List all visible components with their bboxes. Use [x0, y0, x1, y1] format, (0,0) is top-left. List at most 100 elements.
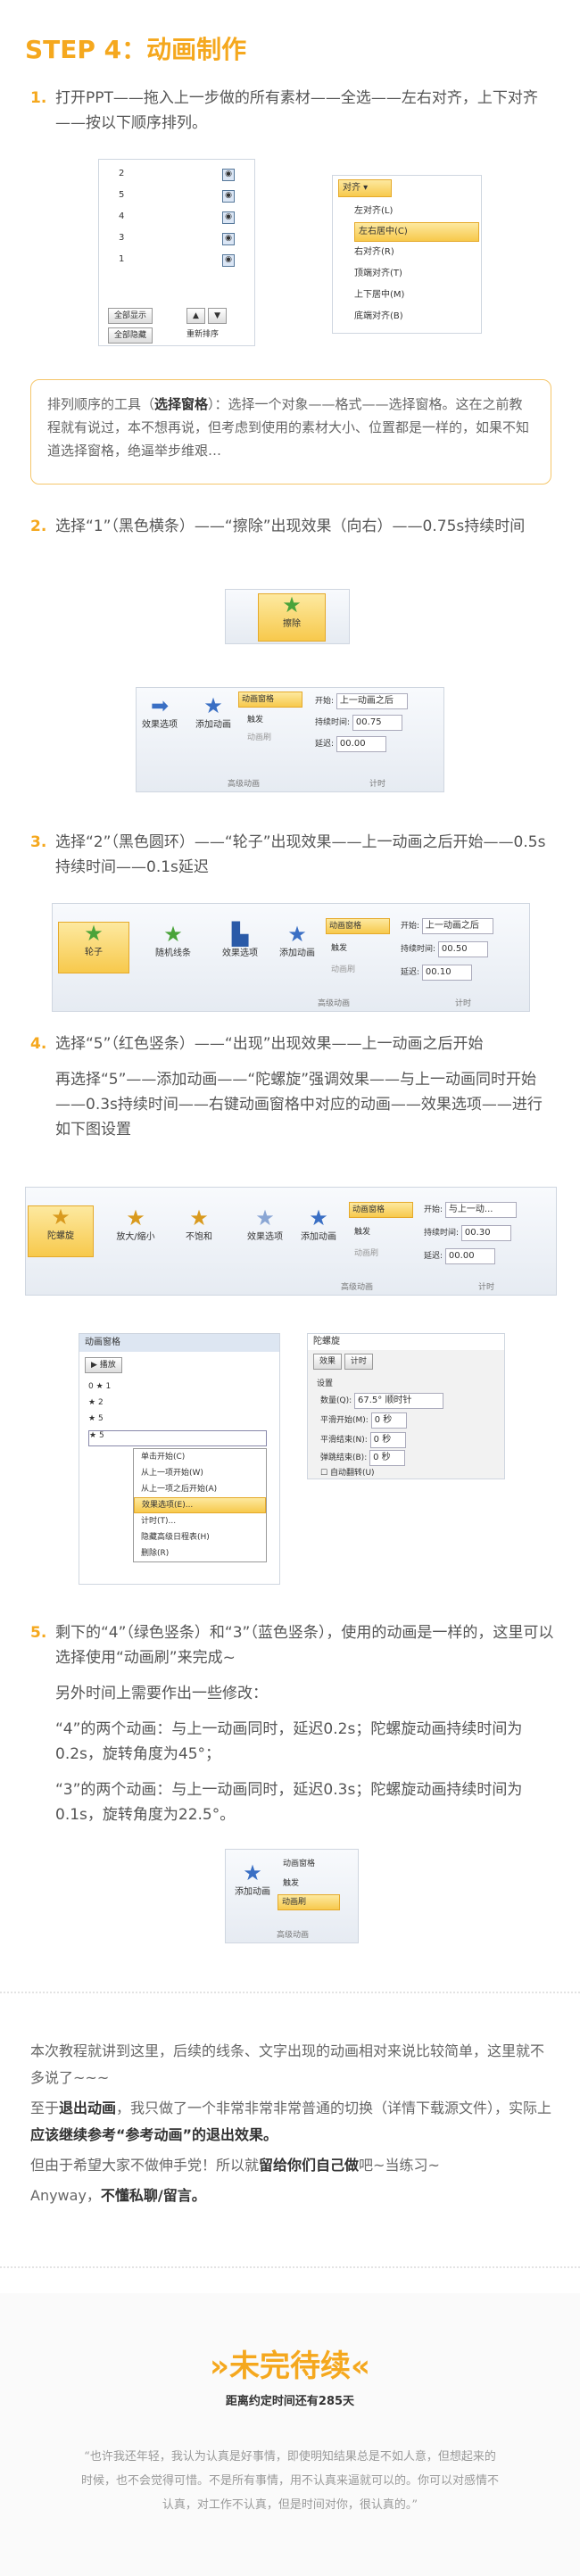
add-animation-button[interactable]: ★ 添加动画: [190, 695, 236, 730]
add-animation-button[interactable]: ★ 添加动画: [231, 1862, 274, 1897]
footer-paragraph: 本次教程就讲到这里，后续的线条、文字出现的动画相对来说比较简单，这里就不多说了~…: [30, 2042, 545, 2086]
smooth-end-row: 平滑结束(N): 0 秒: [320, 1432, 406, 1448]
animation-pane-button[interactable]: 动画窗格: [283, 1857, 315, 1868]
checkbox[interactable]: ☐: [320, 1469, 327, 1478]
animation-pane-screenshot: 动画窗格 ▶ 播放 0 ★ 1 ★ 2 ★ 5 ★ 5 单击开始(C) 从上一项…: [79, 1333, 280, 1585]
start-select[interactable]: 上一动画之后: [336, 693, 408, 709]
list-item[interactable]: 0 ★ 1: [88, 1382, 267, 1398]
trigger-button[interactable]: 触发: [354, 1225, 370, 1237]
context-menu: 单击开始(C) 从上一项开始(W) 从上一项之后开始(A) 效果选项(E)...…: [133, 1448, 267, 1562]
arrow-icon: ➡: [150, 693, 170, 718]
end-title: »未完待续«: [210, 2348, 370, 2384]
footer-paragraph: Anyway，不懂私聊/留言。: [30, 2187, 206, 2204]
step-number: 1.: [30, 89, 47, 107]
tutorial-page: STEP 4：动画制作 1. 打开PPT——拖入上一步做的所有素材——全选——左…: [0, 0, 580, 2576]
play-button[interactable]: ▶ 播放: [85, 1357, 122, 1373]
painter-button[interactable]: 动画刷: [247, 731, 271, 742]
list-item[interactable]: ★ 2: [88, 1398, 267, 1414]
menu-item[interactable]: 左对齐(L): [354, 201, 479, 222]
animation-list: 0 ★ 1 ★ 2 ★ 5 ★ 5: [88, 1382, 267, 1446]
menu-item[interactable]: 底端对齐(B): [354, 306, 479, 327]
bounce-end-input[interactable]: 0 秒: [369, 1450, 406, 1466]
move-down-button[interactable]: ▼: [208, 308, 228, 324]
smooth-end-input[interactable]: 0 秒: [369, 1432, 406, 1448]
painter-button[interactable]: 动画刷: [354, 1247, 378, 1258]
note-box: 排列顺序的工具（选择窗格）：选择一个对象——格式——选择窗格。这在之前教程就有说…: [30, 379, 551, 485]
move-up-button[interactable]: ▲: [186, 308, 205, 324]
menu-item[interactable]: 顶端对齐(T): [354, 263, 479, 285]
painter-button[interactable]: 动画刷: [278, 1894, 340, 1910]
eye-icon[interactable]: ◉: [222, 190, 235, 203]
list-item[interactable]: ★ 5: [88, 1414, 267, 1430]
menu-item[interactable]: 计时(T)...: [134, 1513, 266, 1529]
duration-input[interactable]: 00.30: [460, 1225, 511, 1241]
eye-icon[interactable]: ◉: [222, 233, 235, 245]
pane-title: 动画窗格: [79, 1334, 279, 1352]
menu-item[interactable]: 隐藏高级日程表(H): [134, 1529, 266, 1545]
eye-icon[interactable]: ◉: [222, 169, 235, 181]
menu-item[interactable]: 单击开始(C): [134, 1449, 266, 1465]
start-select[interactable]: 与上一动...: [444, 1202, 517, 1218]
amount-select[interactable]: 67.5° 顺时针: [354, 1393, 444, 1409]
menu-item[interactable]: 左右居中(C): [354, 222, 479, 242]
step-text: 另外时间上需要作出一些修改：: [55, 1685, 268, 1702]
smooth-start-input[interactable]: 0 秒: [370, 1412, 407, 1429]
group-label: 高级动画: [340, 1283, 373, 1292]
spin-effect[interactable]: ★ 陀螺旋: [28, 1205, 94, 1257]
step-5: 5. 剩下的“4”（绿色竖条）和“3”（蓝色竖条），使用的动画是一样的，这里可以…: [30, 1620, 557, 1827]
footer-paragraph: 至于退出动画，我只做了一个非常非常非常普通的切换（详情下载源文件），实际上应该继…: [30, 2100, 552, 2143]
divider: [0, 2266, 580, 2268]
delay-input[interactable]: 00.10: [421, 965, 472, 981]
wipe-effect[interactable]: ★ 擦除: [258, 593, 326, 642]
group-label: 高级动画: [227, 780, 260, 789]
smooth-start-row: 平滑开始(M): 0 秒: [320, 1412, 407, 1429]
start-row: 开始: 上一动画之后: [401, 918, 493, 934]
selection-pane-screenshot: 2 ◉ 5 ◉ 4 ◉ 3 ◉ 1 ◉ 全部显示 全部隐藏 ▲ ▼ 重新排序: [98, 159, 255, 346]
add-animation-button[interactable]: ★ 添加动画: [295, 1207, 342, 1242]
align-button[interactable]: 对齐 ▾: [338, 179, 392, 197]
hide-all-button[interactable]: 全部隐藏: [108, 327, 153, 344]
effect-options-button[interactable]: ★ 效果选项: [244, 1207, 286, 1242]
menu-item[interactable]: 从上一项开始(W): [134, 1465, 266, 1481]
wipe-effect-screenshot: ★ 擦除: [225, 589, 350, 644]
painter-button[interactable]: 动画刷: [331, 963, 355, 974]
align-menu-screenshot: 对齐 ▾ 左对齐(L) 左右居中(C) 右对齐(R) 顶端对齐(T) 上下居中(…: [332, 175, 482, 334]
wheel-effect[interactable]: ★ 轮子: [58, 922, 129, 973]
duration-input[interactable]: 00.50: [437, 941, 488, 957]
menu-item[interactable]: 效果选项(E)...: [134, 1497, 266, 1513]
tab-effect[interactable]: 效果: [313, 1354, 343, 1370]
desaturate-effect[interactable]: ★ 不饱和: [172, 1207, 226, 1242]
star-icon: ★: [189, 1205, 209, 1230]
start-row: 开始: 上一动画之后: [315, 693, 408, 709]
page-title: STEP 4：动画制作: [25, 35, 247, 64]
eye-icon[interactable]: ◉: [222, 254, 235, 267]
effect-options-button[interactable]: ▙ 效果选项: [219, 924, 261, 958]
add-animation-button[interactable]: ★ 添加动画: [274, 924, 320, 958]
effect-label: 擦除: [283, 619, 301, 629]
trigger-button[interactable]: 触发: [247, 713, 263, 725]
animation-pane-button[interactable]: 动画窗格: [326, 918, 390, 934]
start-select[interactable]: 上一动画之后: [421, 918, 493, 934]
tab-timing[interactable]: 计时: [344, 1354, 373, 1370]
trigger-button[interactable]: 触发: [331, 941, 347, 953]
menu-item[interactable]: 从上一项之后开始(A): [134, 1481, 266, 1497]
menu-item[interactable]: 上下居中(M): [354, 285, 479, 306]
menu-item[interactable]: 删除(R): [134, 1545, 266, 1561]
duration-input[interactable]: 00.75: [352, 715, 402, 731]
effect-options-button[interactable]: ➡ 效果选项: [142, 695, 178, 730]
step-number: 5.: [30, 1624, 47, 1642]
animation-pane-button[interactable]: 动画窗格: [238, 692, 302, 708]
random-bars-effect[interactable]: ★ 随机线条: [142, 924, 204, 958]
list-item[interactable]: ★ 5: [88, 1430, 267, 1446]
delay-input[interactable]: 00.00: [444, 1248, 495, 1264]
painter-ribbon-screenshot: ★ 添加动画 动画窗格 触发 动画刷 高级动画: [225, 1849, 359, 1943]
delay-input[interactable]: 00.00: [336, 736, 386, 752]
animation-ribbon-3: ★ 陀螺旋 ★ 放大/缩小 ★ 不饱和 ★ 效果选项 ★ 添加动画 动画窗格 触…: [25, 1187, 557, 1296]
step-text: 选择“2”（黑色圆环）——“轮子”出现效果——上一动画之后开始——0.5s持续时…: [55, 833, 546, 876]
eye-icon[interactable]: ◉: [222, 211, 235, 224]
grow-shrink-effect[interactable]: ★ 放大/缩小: [103, 1207, 169, 1242]
trigger-button[interactable]: 触发: [283, 1876, 299, 1888]
animation-pane-button[interactable]: 动画窗格: [349, 1202, 413, 1218]
show-all-button[interactable]: 全部显示: [108, 308, 153, 324]
menu-item[interactable]: 右对齐(R): [354, 242, 479, 263]
